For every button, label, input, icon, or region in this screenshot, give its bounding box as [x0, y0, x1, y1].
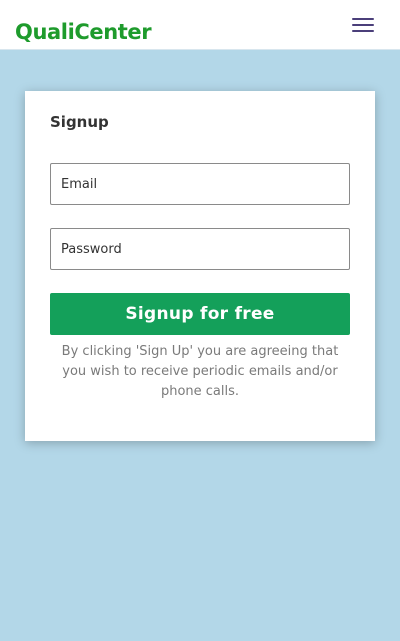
signup-card: Signup Signup for free By clicking 'Sign… [25, 91, 375, 441]
hamburger-menu-icon[interactable] [348, 13, 378, 37]
signup-button[interactable]: Signup for free [50, 293, 350, 335]
brand-logo[interactable]: QualiCenter [15, 18, 152, 46]
email-field[interactable] [50, 163, 350, 205]
password-field[interactable] [50, 228, 350, 270]
menu-bar-line [352, 18, 374, 20]
menu-bar-line [352, 30, 374, 32]
signup-title: Signup [50, 113, 109, 131]
signup-disclaimer: By clicking 'Sign Up' you are agreeing t… [61, 344, 339, 399]
top-navbar: QualiCenter [0, 0, 400, 50]
menu-bar-line [352, 24, 374, 26]
